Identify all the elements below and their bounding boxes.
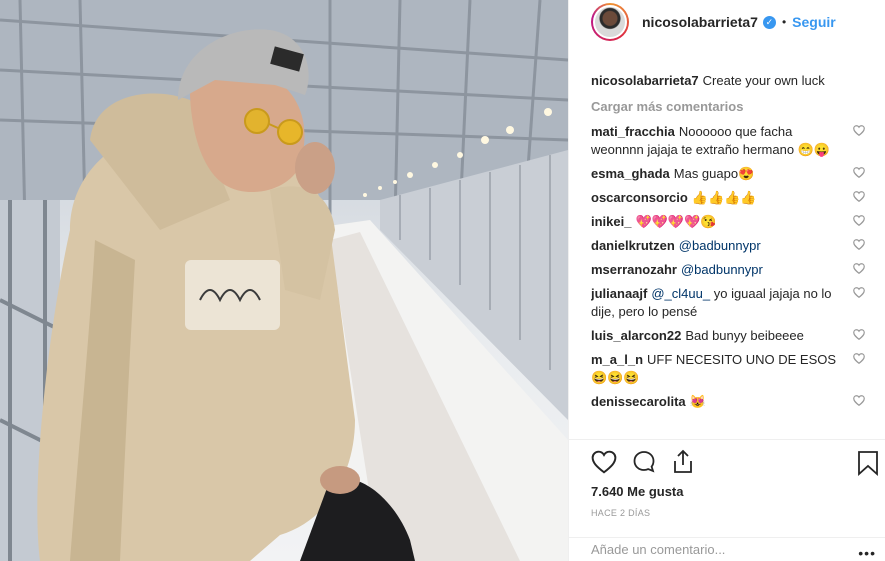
comment-mention[interactable]: @_cl4uu_ [651,286,710,301]
comment-row: julianaajf @_cl4uu_ yo iguaal jajaja no l… [591,285,866,321]
comment-username[interactable]: denissecarolita [591,394,686,409]
header-username[interactable]: nicosolabarrieta7 [642,14,758,30]
comment-username[interactable]: mati_fracchia [591,124,675,139]
avatar-image [593,5,627,39]
comment-row: mserranozahr @badbunnypr [591,261,866,279]
comment-username[interactable]: inikei_ [591,214,631,229]
comment-mention[interactable]: @badbunnypr [679,238,761,253]
comment-like-heart-icon[interactable] [852,285,866,298]
comment-row: denissecarolita 😻 [591,393,866,411]
separator-dot: • [781,15,787,29]
post-actions [569,439,885,511]
comment-username[interactable]: luis_alarcon22 [591,328,681,343]
follow-button[interactable]: Seguir [792,14,836,30]
verified-badge-icon: ✓ [762,15,776,29]
comment-like-heart-icon[interactable] [852,189,866,202]
comment-row: inikei_ 💖💖💖💖😘 [591,213,866,231]
caption-username[interactable]: nicosolabarrieta7 [591,73,699,88]
avatar[interactable] [591,3,629,41]
comment-row: esma_ghada Mas guapo😍 [591,165,866,183]
comment-input[interactable] [591,542,841,557]
comment-text: 👍👍👍👍 [691,190,757,205]
comment-username[interactable]: m_a_l_n [591,352,643,367]
comment-like-heart-icon[interactable] [852,261,866,274]
comment-text: 💖💖💖💖😘 [635,214,717,229]
post-photo[interactable] [0,0,568,561]
add-comment-bar: ••• [569,537,885,561]
comment-like-heart-icon[interactable] [852,327,866,340]
comment-row: m_a_l_n UFF NECESITO UNO DE ESOS 😆😆😆 [591,351,866,387]
likes-count[interactable]: 7.640 Me gusta [591,484,684,499]
comment-row: mati_fracchia Noooooo que facha weonnnn j… [591,123,866,159]
comment-text: Mas guapo😍 [673,166,755,181]
post-header: nicosolabarrieta7 ✓ • Seguir [569,0,885,44]
comment-like-heart-icon[interactable] [852,213,866,226]
post-time[interactable]: HACE 2 DÍAS [591,508,650,518]
comment-username[interactable]: oscarconsorcio [591,190,688,205]
comment-username[interactable]: julianaajf [591,286,647,301]
comment-like-heart-icon[interactable] [852,165,866,178]
post-photo-scene [0,0,568,561]
caption-text: Create your own luck [702,73,825,88]
comment-mention[interactable]: @badbunnypr [681,262,763,277]
comment-like-heart-icon[interactable] [852,123,866,136]
comment-username[interactable]: mserranozahr [591,262,677,277]
comment-bubble-icon[interactable] [631,450,657,477]
bookmark-icon[interactable] [857,450,879,479]
comment-like-heart-icon[interactable] [852,393,866,406]
post-side-panel: nicosolabarrieta7 ✓ • Seguir nicosolabar… [568,0,885,561]
comment-text: 😻 [689,394,706,409]
comment-row: luis_alarcon22 Bad bunyy beibeeee [591,327,866,345]
comment-username[interactable]: danielkrutzen [591,238,675,253]
comment-text: Bad bunyy beibeeee [685,328,804,343]
comments-list[interactable]: nicosolabarrieta7 Create your own luck Ca… [591,72,866,438]
share-icon[interactable] [671,449,695,478]
more-options-icon[interactable]: ••• [858,545,876,561]
load-more-comments-button[interactable]: Cargar más comentarios [591,99,866,114]
comment-row: danielkrutzen @badbunnypr [591,237,866,255]
heart-icon[interactable] [591,450,617,477]
post-caption: nicosolabarrieta7 Create your own luck [591,72,866,90]
comment-row: oscarconsorcio 👍👍👍👍 [591,189,866,207]
comment-like-heart-icon[interactable] [852,351,866,364]
comment-like-heart-icon[interactable] [852,237,866,250]
comment-username[interactable]: esma_ghada [591,166,670,181]
